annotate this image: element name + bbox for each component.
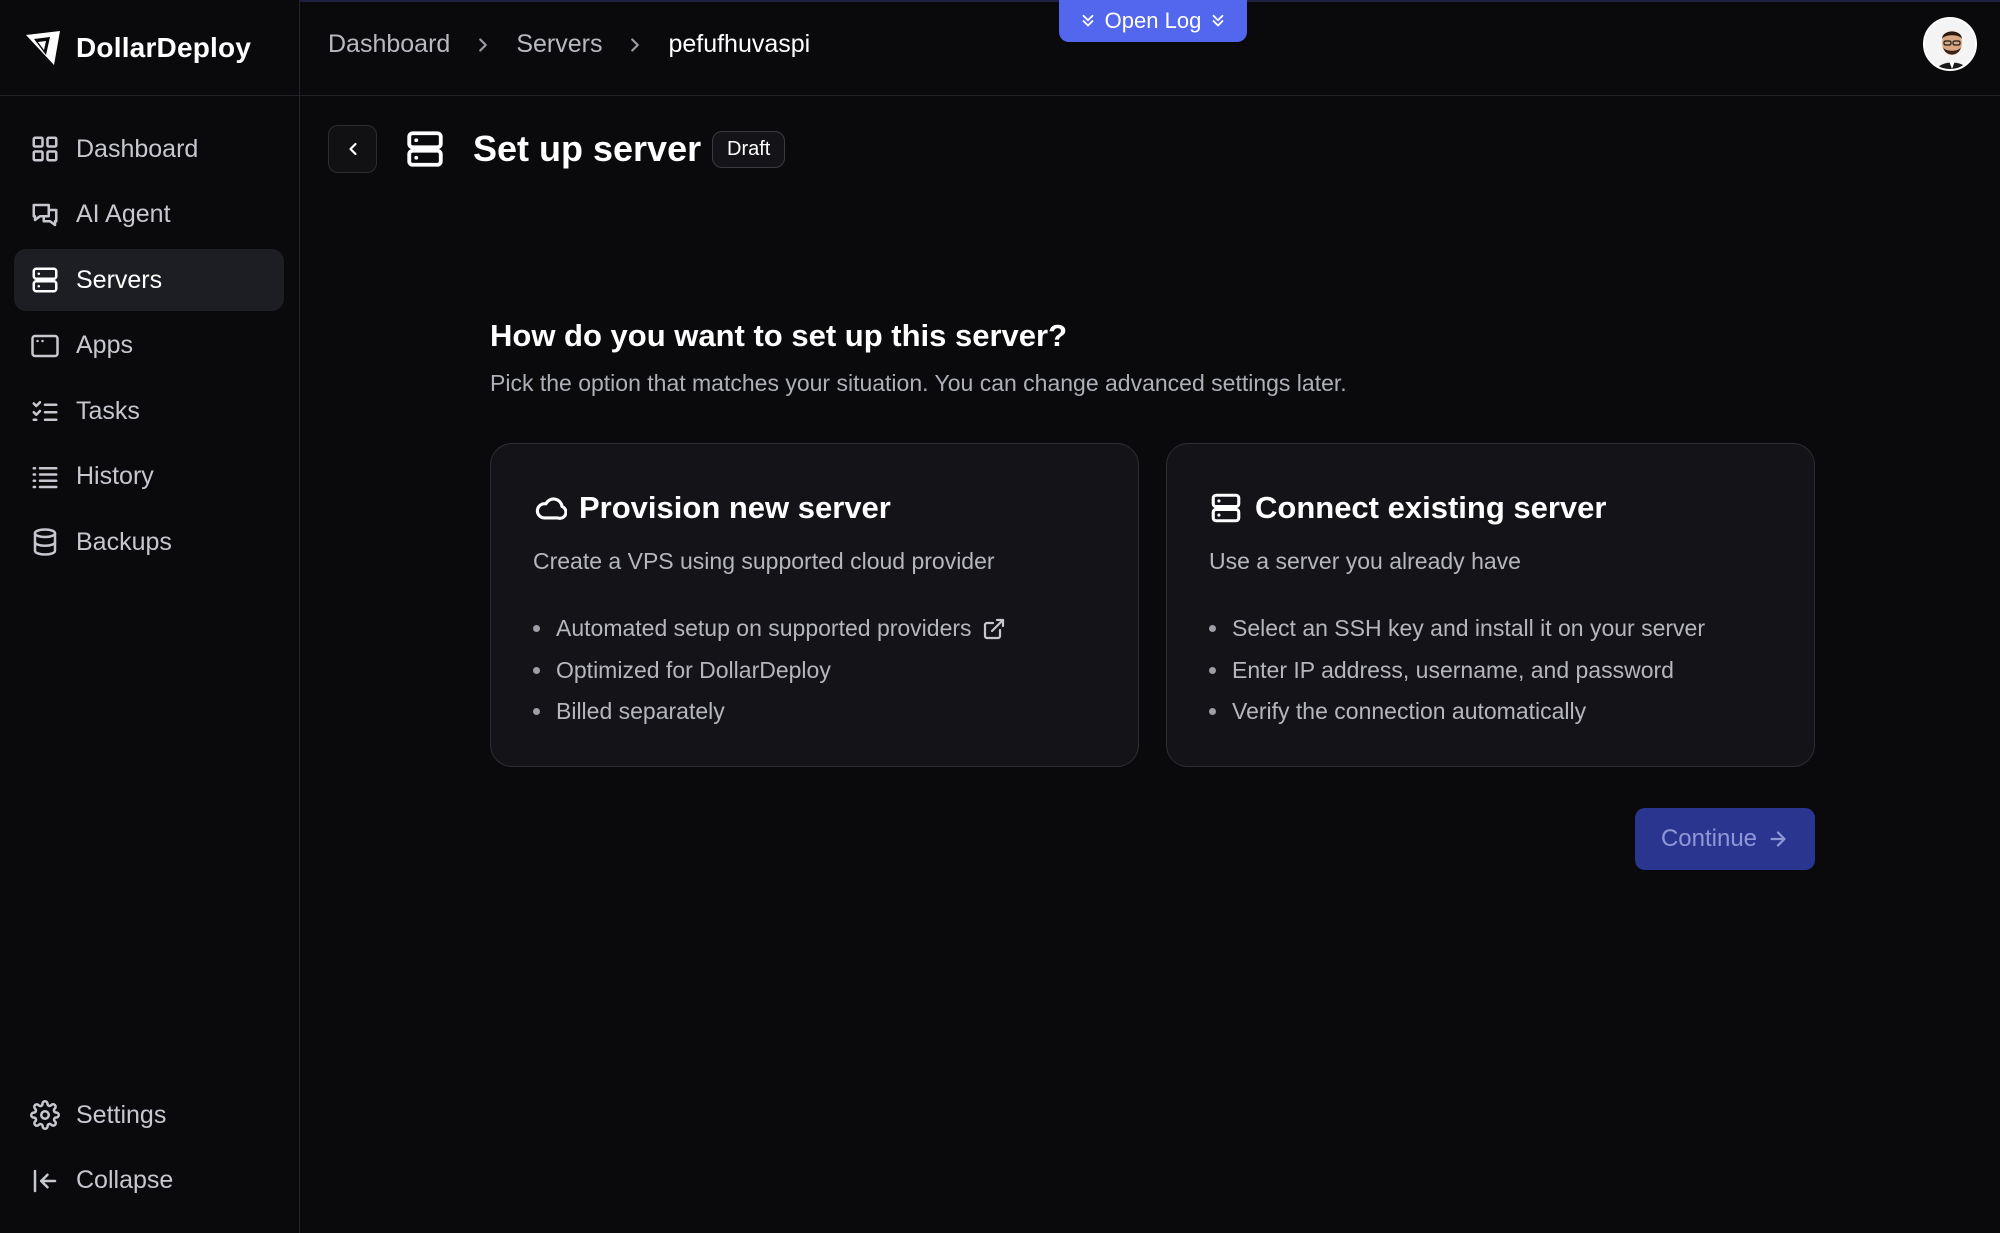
sidebar-item-collapse[interactable]: Collapse [14,1150,284,1212]
chevrons-down-icon [1212,14,1224,27]
open-log-button[interactable]: Open Log [1059,0,1247,42]
list-item-text: Select an SSH key and install it on your… [1232,615,1706,642]
list-item: Automated setup on supported providers [533,608,1006,650]
sidebar-item-history[interactable]: History [14,446,284,508]
gear-icon [30,1100,60,1130]
list-icon [30,462,60,492]
sidebar-item-label: Tasks [76,396,140,425]
chevron-right-icon [470,32,496,58]
sidebar-bottom: Settings Collapse [14,1084,284,1215]
arrow-right-icon [1770,831,1786,847]
card-subtitle: Use a server you already have [1209,548,1521,574]
open-log-label: Open Log [1104,8,1202,33]
page-title: Set up server [473,128,702,169]
breadcrumb-dashboard[interactable]: Dashboard [328,30,450,59]
sidebar-item-label: AI Agent [76,200,171,228]
back-button[interactable] [328,125,377,173]
list-item-text: Enter IP address, username, and password [1232,656,1674,683]
list-item-text: Automated setup on supported providers [556,615,972,642]
card-title: Provision new server [579,490,891,525]
bullet-dot [1209,708,1216,716]
card-title: Connect existing server [1255,490,1607,525]
list-item: Enter IP address, username, and password [1209,650,1705,692]
task-list-icon [30,396,60,426]
sidebar-item-servers[interactable]: Servers [14,249,284,311]
setup-question-subtitle: Pick the option that matches your situat… [490,370,1347,396]
chevrons-down-icon [1082,14,1094,27]
card-bullet-list: Automated setup on supported providers O… [533,608,1006,733]
bullet-dot [533,625,540,633]
setup-question: How do you want to set up this server? [490,318,1068,353]
sidebar-item-tasks[interactable]: Tasks [14,380,284,442]
list-item-text: Verify the connection automatically [1232,698,1587,725]
breadcrumb-servers[interactable]: Servers [516,30,602,59]
sidebar-item-label: Servers [76,265,163,294]
sidebar-item-label: Settings [76,1100,167,1129]
sidebar: DollarDeploy Dashboard AI Agent Servers [0,0,300,1233]
chat-icon [30,200,60,230]
breadcrumb-current: pefufhuvaspi [668,30,811,58]
option-card-provision-new-server[interactable]: Provision new server Create a VPS using … [490,443,1139,767]
card-header: Connect existing server [1209,490,1606,526]
breadcrumb: Dashboard Servers pefufhuvaspi [328,30,810,59]
status-badge: Draft [712,131,786,168]
app-root: DollarDeploy Dashboard AI Agent Servers [0,0,2000,1233]
sidebar-item-label: Collapse [76,1166,174,1194]
card-bullet-list: Select an SSH key and install it on your… [1209,608,1705,733]
chevron-right-icon [622,32,648,58]
list-item: Optimized for DollarDeploy [533,650,1006,692]
card-header: Provision new server [533,490,891,526]
database-icon [30,527,60,557]
sidebar-item-label: Apps [76,331,133,359]
collapse-icon [30,1166,60,1196]
option-card-connect-existing-server[interactable]: Connect existing server Use a server you… [1166,443,1815,767]
sidebar-item-label: History [76,462,154,490]
sidebar-item-settings[interactable]: Settings [14,1084,284,1146]
server-icon [404,128,446,170]
list-item: Verify the connection automatically [1209,691,1705,733]
bullet-dot [533,666,540,674]
card-subtitle: Create a VPS using supported cloud provi… [533,548,995,574]
sidebar-nav: Dashboard AI Agent Servers Apps Tasks Hi… [14,118,284,577]
brand-name: DollarDeploy [76,31,252,63]
dollardeploy-logo-icon [26,30,60,65]
sidebar-item-ai-agent[interactable]: AI Agent [14,184,284,246]
server-icon [30,265,60,295]
server-icon [1211,493,1241,523]
chevron-left-icon [348,142,357,156]
sidebar-item-dashboard[interactable]: Dashboard [14,118,284,180]
bullet-dot [1209,666,1216,674]
list-item-text: Billed separately [556,698,725,725]
bullet-dot [1209,625,1216,633]
continue-label: Continue [1660,825,1758,852]
brand[interactable]: DollarDeploy [0,0,300,96]
external-link-icon[interactable] [982,617,1006,641]
bullet-dot [533,708,540,716]
sidebar-item-backups[interactable]: Backups [14,511,284,573]
list-item-text: Optimized for DollarDeploy [556,656,831,683]
list-item: Billed separately [533,691,1006,733]
grid-icon [30,134,60,164]
list-item: Select an SSH key and install it on your… [1209,608,1705,650]
avatar[interactable] [1923,17,1977,71]
sidebar-item-label: Dashboard [76,134,199,163]
app-window-icon [30,331,60,361]
sidebar-item-label: Backups [76,527,172,556]
continue-button[interactable]: Continue [1635,808,1815,870]
sidebar-item-apps[interactable]: Apps [14,315,284,377]
cloud-icon [535,497,567,520]
